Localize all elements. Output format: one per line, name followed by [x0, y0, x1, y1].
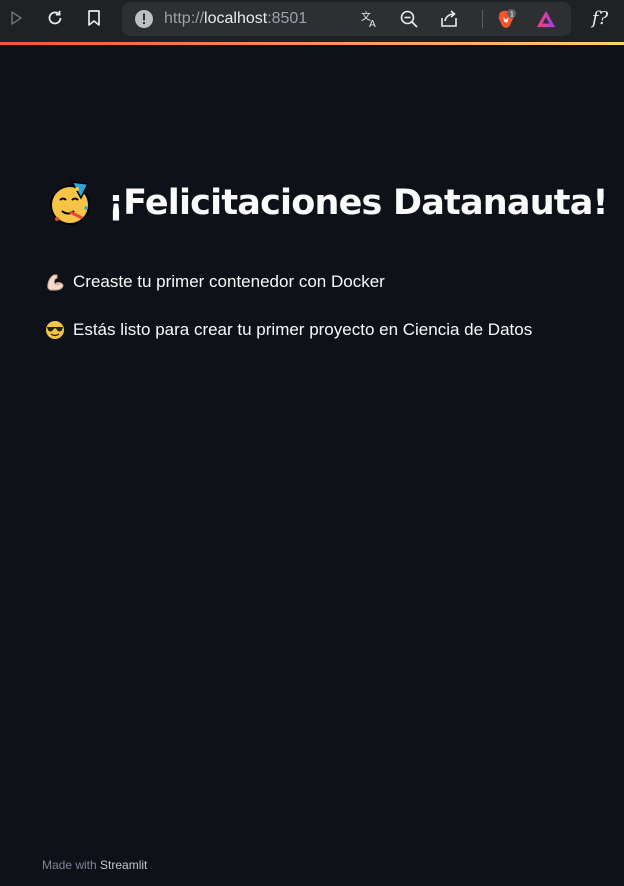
- url-scheme: http://: [164, 10, 205, 27]
- brave-shields-button[interactable]: 1: [496, 9, 516, 29]
- toolbar-divider: [482, 10, 483, 28]
- main-content: ¡Felicitaciones Datanauta! Creaste tu pr…: [0, 45, 624, 886]
- url-host: localhost: [204, 10, 268, 27]
- translate-icon[interactable]: 文A: [360, 9, 380, 29]
- message-line-data-science: Estás listo para crear tu primer proyect…: [45, 320, 532, 340]
- address-bar[interactable]: http://localhost:8501 文A 1: [122, 2, 571, 36]
- smiling-face-with-sunglasses-icon: [46, 321, 64, 339]
- footer: Made with Streamlit: [42, 858, 147, 872]
- flexed-biceps-icon: [47, 274, 64, 291]
- formula-extension-button[interactable]: f?: [586, 6, 614, 30]
- extension-badge: 1: [510, 9, 515, 18]
- footer-prefix: Made with: [42, 858, 101, 872]
- message-line-docker: Creaste tu primer contenedor con Docker: [45, 272, 385, 292]
- title-text: ¡Felicitaciones Datanauta!: [108, 183, 609, 223]
- bookmark-icon: [88, 10, 100, 26]
- reload-button[interactable]: [43, 6, 67, 30]
- partying-face-icon: [50, 181, 90, 225]
- brave-rewards-button[interactable]: [536, 9, 556, 29]
- zoom-out-icon[interactable]: [399, 9, 419, 29]
- brave-lion-icon: 1: [498, 9, 516, 29]
- svg-text:A: A: [369, 19, 376, 29]
- message-text: Estás listo para crear tu primer proyect…: [73, 320, 533, 339]
- message-text: Creaste tu primer contenedor con Docker: [73, 272, 385, 291]
- info-icon[interactable]: [134, 9, 154, 29]
- play-triangle-icon: [11, 11, 22, 25]
- reload-icon: [48, 10, 62, 25]
- browser-toolbar: http://localhost:8501 文A 1 f?: [0, 0, 624, 42]
- url-text[interactable]: http://localhost:8501: [164, 10, 307, 28]
- url-port: :8501: [267, 10, 308, 27]
- back-button[interactable]: [4, 6, 28, 30]
- page-title: ¡Felicitaciones Datanauta!: [48, 180, 609, 226]
- share-icon[interactable]: [439, 9, 459, 29]
- brave-rewards-triangle-icon: [536, 10, 556, 28]
- bookmark-button[interactable]: [82, 6, 106, 30]
- streamlit-link[interactable]: Streamlit: [100, 858, 147, 872]
